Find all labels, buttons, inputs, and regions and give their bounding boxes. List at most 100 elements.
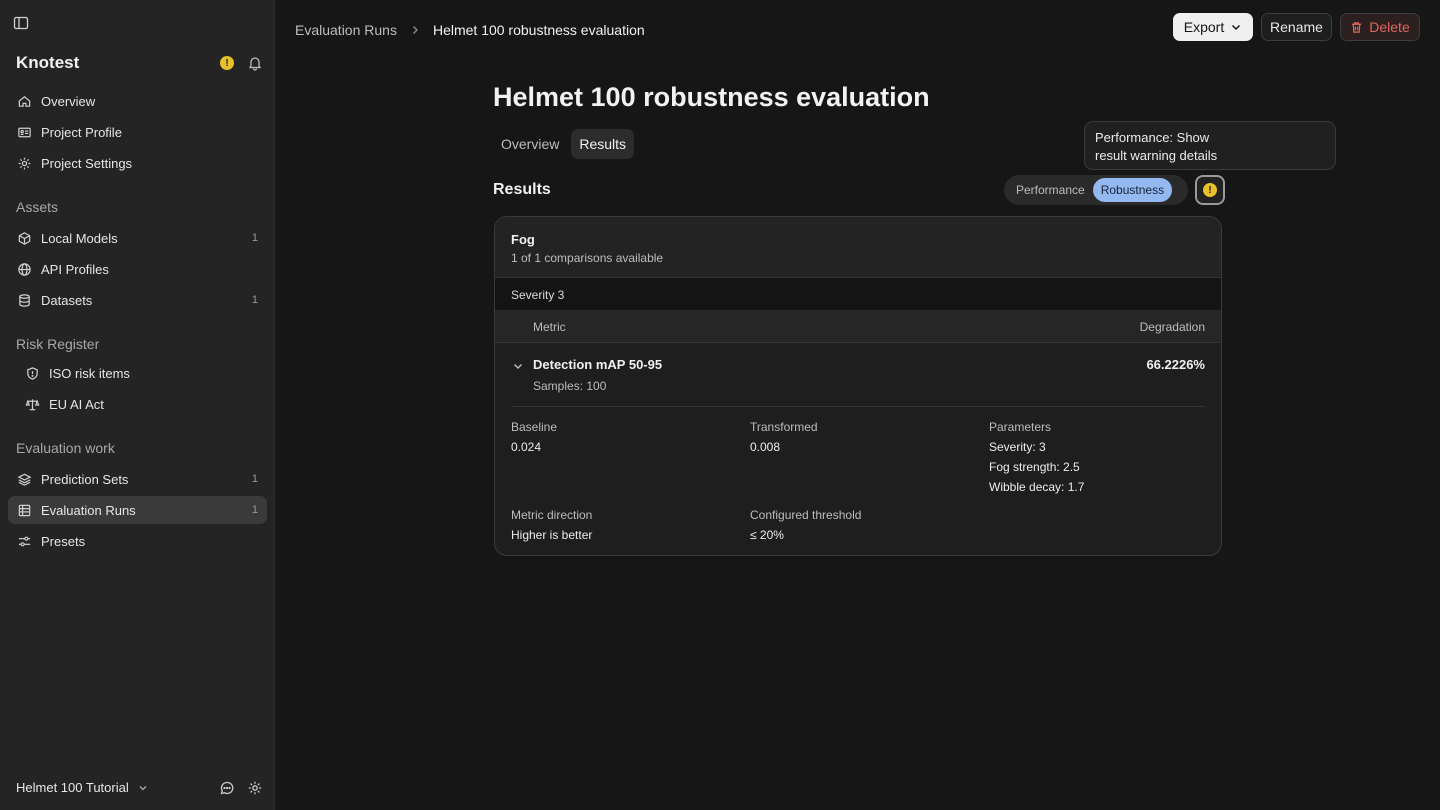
parameters-label: Parameters	[989, 420, 1052, 434]
baseline-label: Baseline	[511, 420, 558, 434]
warning-tooltip: Performance: Show result warning details	[1084, 121, 1336, 170]
card-header: Fog 1 of 1 comparisons available	[495, 217, 1221, 278]
threshold-value: ≤ 20%	[750, 528, 784, 542]
nav-item-datasets[interactable]: Datasets 1	[8, 286, 267, 314]
nav-item-label: API Profiles	[41, 261, 109, 277]
view-toggle: Performance Robustness	[1004, 175, 1188, 205]
chevron-right-icon	[409, 24, 421, 36]
severity-label: Severity 3	[511, 288, 565, 302]
tooltip-line-2: result warning details	[1095, 148, 1218, 163]
nav-item-project-profile[interactable]: Project Profile	[8, 118, 267, 146]
warning-icon: !	[1203, 183, 1217, 197]
bell-icon[interactable]	[247, 55, 263, 71]
nav-item-label: ISO risk items	[49, 365, 130, 381]
metric-samples: Samples: 100	[533, 379, 607, 393]
gear-icon	[17, 156, 32, 171]
chevron-down-icon	[137, 782, 149, 794]
warning-details-button[interactable]: !	[1195, 175, 1225, 205]
nav-item-evaluation-runs[interactable]: Evaluation Runs 1	[8, 496, 267, 524]
parameter-wibble-decay: Wibble decay: 1.7	[989, 480, 1085, 494]
table-icon	[17, 503, 32, 518]
layers-icon	[17, 472, 32, 487]
item-count: 1	[251, 473, 258, 485]
transformed-label: Transformed	[750, 420, 818, 434]
id-card-icon	[17, 125, 32, 140]
workspace-name: Helmet 100 Tutorial	[16, 780, 129, 795]
breadcrumb-current: Helmet 100 robustness evaluation	[432, 22, 645, 38]
tab-overview[interactable]: Overview	[493, 129, 567, 159]
export-label: Export	[1183, 19, 1225, 35]
column-header-degradation: Degradation	[1139, 320, 1205, 334]
delete-label: Delete	[1369, 19, 1410, 35]
severity-row: Severity 3	[495, 278, 1221, 310]
delete-button[interactable]: Delete	[1340, 13, 1420, 41]
metric-name[interactable]: Detection mAP 50-95	[533, 357, 662, 372]
nav-item-label: EU AI Act	[49, 396, 104, 412]
nav-item-presets[interactable]: Presets	[8, 527, 267, 555]
shield-icon	[25, 366, 40, 381]
tab-bar: Overview Results	[493, 129, 638, 159]
divider	[511, 406, 1205, 407]
nav-item-prediction-sets[interactable]: Prediction Sets 1	[8, 465, 267, 493]
threshold-label: Configured threshold	[750, 508, 862, 522]
parameter-fog-strength: Fog strength: 2.5	[989, 460, 1080, 474]
cube-icon	[17, 231, 32, 246]
nav-item-eu-ai-act[interactable]: EU AI Act	[8, 390, 267, 418]
sliders-icon	[17, 534, 32, 549]
toggle-performance[interactable]: Performance	[1008, 178, 1093, 202]
nav-item-iso-risk-items[interactable]: ISO risk items	[8, 359, 267, 387]
settings-gear-icon[interactable]	[247, 780, 263, 796]
card-title: Fog	[511, 232, 535, 247]
degradation-value: 66.2226%	[1146, 357, 1205, 372]
nav-item-overview[interactable]: Overview	[8, 87, 267, 115]
trash-icon	[1350, 21, 1363, 34]
chevron-down-icon	[1230, 21, 1242, 33]
export-button[interactable]: Export	[1173, 13, 1253, 41]
breadcrumb: Evaluation Runs Helmet 100 robustness ev…	[295, 22, 645, 38]
toggle-robustness[interactable]: Robustness	[1092, 178, 1173, 202]
metric-direction-value: Higher is better	[511, 528, 593, 542]
database-icon	[17, 293, 32, 308]
parameter-severity: Severity: 3	[989, 440, 1046, 454]
item-count: 1	[251, 504, 258, 516]
table-header: Metric Degradation	[495, 310, 1221, 343]
breadcrumb-parent-link[interactable]: Evaluation Runs	[295, 22, 397, 38]
nav-item-label: Presets	[41, 533, 86, 549]
nav-item-label: Prediction Sets	[41, 471, 129, 487]
baseline-value: 0.024	[511, 440, 542, 454]
home-icon	[17, 94, 32, 109]
nav-item-project-settings[interactable]: Project Settings	[8, 149, 267, 177]
metric-direction-label: Metric direction	[511, 508, 593, 522]
nav-item-label: Project Settings	[41, 155, 133, 171]
brand-name: Knotest	[16, 53, 80, 72]
item-count: 1	[251, 294, 258, 306]
scale-icon	[25, 397, 40, 412]
section-label-assets: Assets	[16, 199, 59, 215]
tab-results[interactable]: Results	[571, 129, 635, 159]
nav-item-local-models[interactable]: Local Models 1	[8, 224, 267, 252]
workspace-switcher[interactable]: Helmet 100 Tutorial	[16, 780, 149, 795]
nav-item-label: Overview	[41, 93, 96, 109]
nav-item-label: Project Profile	[41, 124, 122, 140]
chevron-down-icon[interactable]	[512, 360, 524, 372]
column-header-metric: Metric	[533, 320, 566, 334]
section-label-evaluation-work: Evaluation work	[16, 440, 115, 456]
nav-item-label: Evaluation Runs	[41, 502, 136, 518]
rename-button[interactable]: Rename	[1261, 13, 1332, 41]
results-heading: Results	[493, 181, 551, 198]
chat-icon[interactable]	[219, 780, 235, 796]
transformed-value: 0.008	[750, 440, 781, 454]
result-card: Fog 1 of 1 comparisons available Severit…	[494, 216, 1222, 556]
item-count: 1	[251, 232, 258, 244]
page-title: Helmet 100 robustness evaluation	[493, 82, 930, 112]
brand-row: Knotest !	[16, 52, 266, 74]
globe-icon	[17, 262, 32, 277]
sidebar-toggle-icon[interactable]	[12, 14, 30, 32]
nav-item-api-profiles[interactable]: API Profiles	[8, 255, 267, 283]
nav-item-label: Datasets	[41, 292, 93, 308]
sidebar: Knotest ! Overview Project Profile Proje…	[0, 0, 275, 810]
card-subtitle: 1 of 1 comparisons available	[511, 251, 664, 265]
warning-badge-icon[interactable]: !	[220, 56, 234, 70]
nav-item-label: Local Models	[41, 230, 118, 246]
tooltip-line-1: Performance: Show	[1095, 130, 1210, 145]
